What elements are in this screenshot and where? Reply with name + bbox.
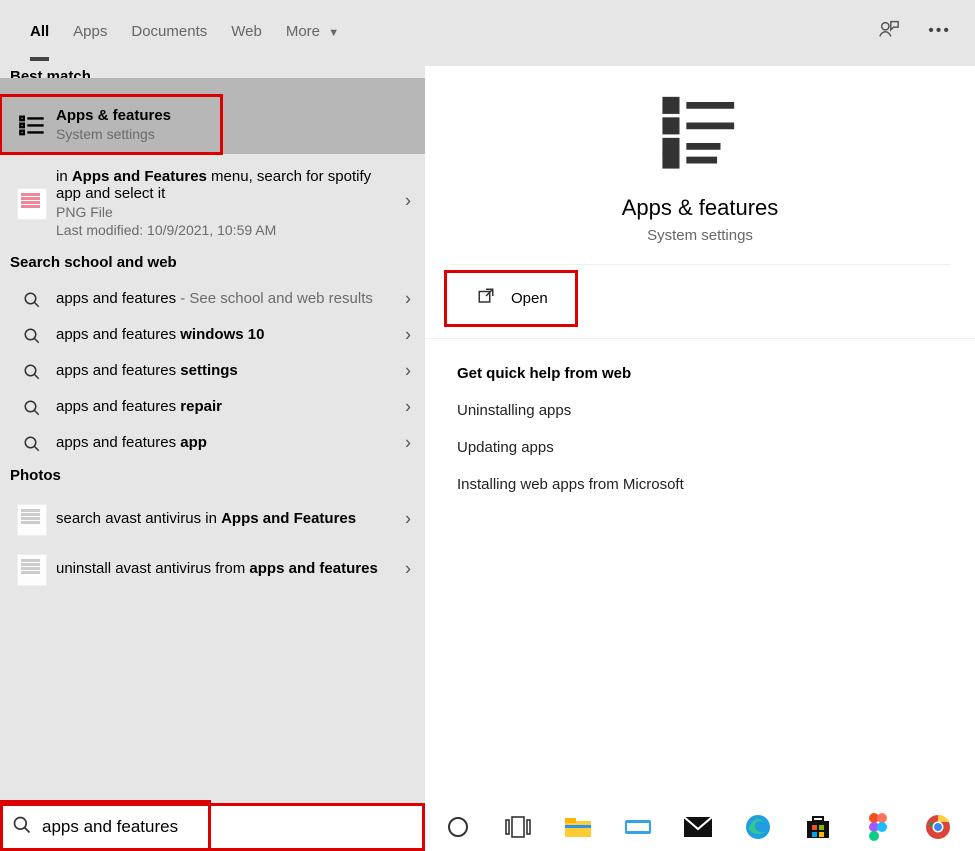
microsoft-store-icon[interactable] (803, 812, 833, 842)
results-pane: Best match Apps & features System settin… (0, 62, 425, 803)
preview-subtitle: System settings (449, 227, 951, 244)
photo-result-0[interactable]: search avast antivirus in Apps and Featu… (0, 494, 425, 544)
tab-more-label: More (286, 23, 320, 40)
web-suggestion-bold: repair (180, 398, 222, 415)
file-thumbnail-icon (8, 502, 56, 536)
chevron-right-icon[interactable]: › (405, 509, 411, 530)
photo-result-text: search avast antivirus in (56, 510, 221, 527)
search-icon (8, 325, 56, 345)
photo-result-1[interactable]: uninstall avast antivirus from apps and … (0, 544, 425, 594)
chevron-right-icon[interactable]: › (405, 559, 411, 580)
search-icon (8, 397, 56, 417)
web-suggestion-text: apps and features (56, 326, 180, 343)
tab-web[interactable]: Web (219, 3, 274, 60)
chevron-right-icon[interactable]: › (405, 325, 411, 346)
chrome-icon[interactable] (923, 812, 953, 842)
help-link-update[interactable]: Updating apps (457, 439, 943, 456)
keyboard-app-icon[interactable] (623, 812, 653, 842)
file-result[interactable]: in Apps and Features menu, search for sp… (0, 154, 425, 248)
settings-list-icon (8, 110, 56, 140)
task-view-icon[interactable] (503, 812, 533, 842)
web-suggestion-bold: app (180, 434, 207, 451)
search-icon (8, 433, 56, 453)
best-match-subtitle: System settings (56, 126, 186, 142)
web-suggestion-4[interactable]: apps and features app › (0, 425, 425, 461)
file-explorer-icon[interactable] (563, 812, 593, 842)
more-options-icon[interactable]: ••• (928, 22, 951, 40)
chevron-down-icon: ▼ (328, 27, 339, 39)
web-suggestion-text: apps and features (56, 434, 180, 451)
search-input[interactable] (42, 805, 413, 849)
chevron-right-icon[interactable]: › (405, 397, 411, 418)
file-result-type: PNG File (56, 204, 389, 220)
web-suggestion-0[interactable]: apps and features - See school and web r… (0, 281, 425, 317)
chevron-right-icon[interactable]: › (405, 191, 411, 212)
chevron-right-icon[interactable]: › (405, 289, 411, 310)
help-link-uninstall[interactable]: Uninstalling apps (457, 402, 943, 419)
search-icon (8, 289, 56, 309)
tab-all[interactable]: All (18, 3, 61, 60)
mail-icon[interactable] (683, 812, 713, 842)
search-box[interactable] (0, 803, 425, 851)
web-suggestion-2[interactable]: apps and features settings › (0, 353, 425, 389)
file-result-modified: Last modified: 10/9/2021, 10:59 AM (56, 222, 389, 238)
tab-documents[interactable]: Documents (119, 3, 219, 60)
quick-help-header: Get quick help from web (457, 365, 943, 382)
apps-features-large-icon (659, 90, 741, 177)
section-school-web: Search school and web (0, 248, 425, 281)
cortana-icon[interactable] (443, 812, 473, 842)
file-thumbnail-icon (8, 186, 56, 220)
web-suggestion-text: apps and features (56, 362, 180, 379)
photo-result-bold: apps and features (249, 560, 377, 577)
photo-result-text: uninstall avast antivirus from (56, 560, 249, 577)
search-filter-tabs: All Apps Documents Web More ▼ ••• (0, 0, 975, 62)
open-button[interactable]: Open (447, 273, 575, 324)
web-suggestion-3[interactable]: apps and features repair › (0, 389, 425, 425)
web-suggestion-bold: settings (180, 362, 238, 379)
chevron-right-icon[interactable]: › (405, 361, 411, 382)
open-external-icon (477, 287, 495, 310)
best-match-result[interactable]: Apps & features System settings (0, 95, 222, 154)
file-thumbnail-icon (8, 552, 56, 586)
web-suggestion-text: apps and features (56, 398, 180, 415)
tab-apps[interactable]: Apps (61, 3, 119, 60)
search-icon (12, 815, 32, 840)
web-suggestion-1[interactable]: apps and features windows 10 › (0, 317, 425, 353)
section-photos: Photos (0, 461, 425, 494)
chevron-right-icon[interactable]: › (405, 433, 411, 454)
preview-title: Apps & features (449, 195, 951, 221)
open-label: Open (511, 290, 548, 307)
web-suggestion-tail: - See school and web results (176, 290, 373, 307)
tab-more[interactable]: More ▼ (274, 3, 351, 60)
search-icon (8, 361, 56, 381)
preview-pane: Apps & features System settings Open Get… (425, 66, 975, 803)
help-link-webapps[interactable]: Installing web apps from Microsoft (457, 476, 943, 493)
figma-icon[interactable] (863, 812, 893, 842)
photo-result-bold: Apps and Features (221, 510, 356, 527)
web-suggestion-text: apps and features (56, 290, 176, 307)
file-result-title: in Apps and Features menu, search for sp… (56, 168, 389, 202)
web-suggestion-bold: windows 10 (180, 326, 264, 343)
best-match-title: Apps & features (56, 107, 186, 124)
taskbar (425, 803, 975, 851)
feedback-icon[interactable] (878, 18, 900, 45)
edge-icon[interactable] (743, 812, 773, 842)
